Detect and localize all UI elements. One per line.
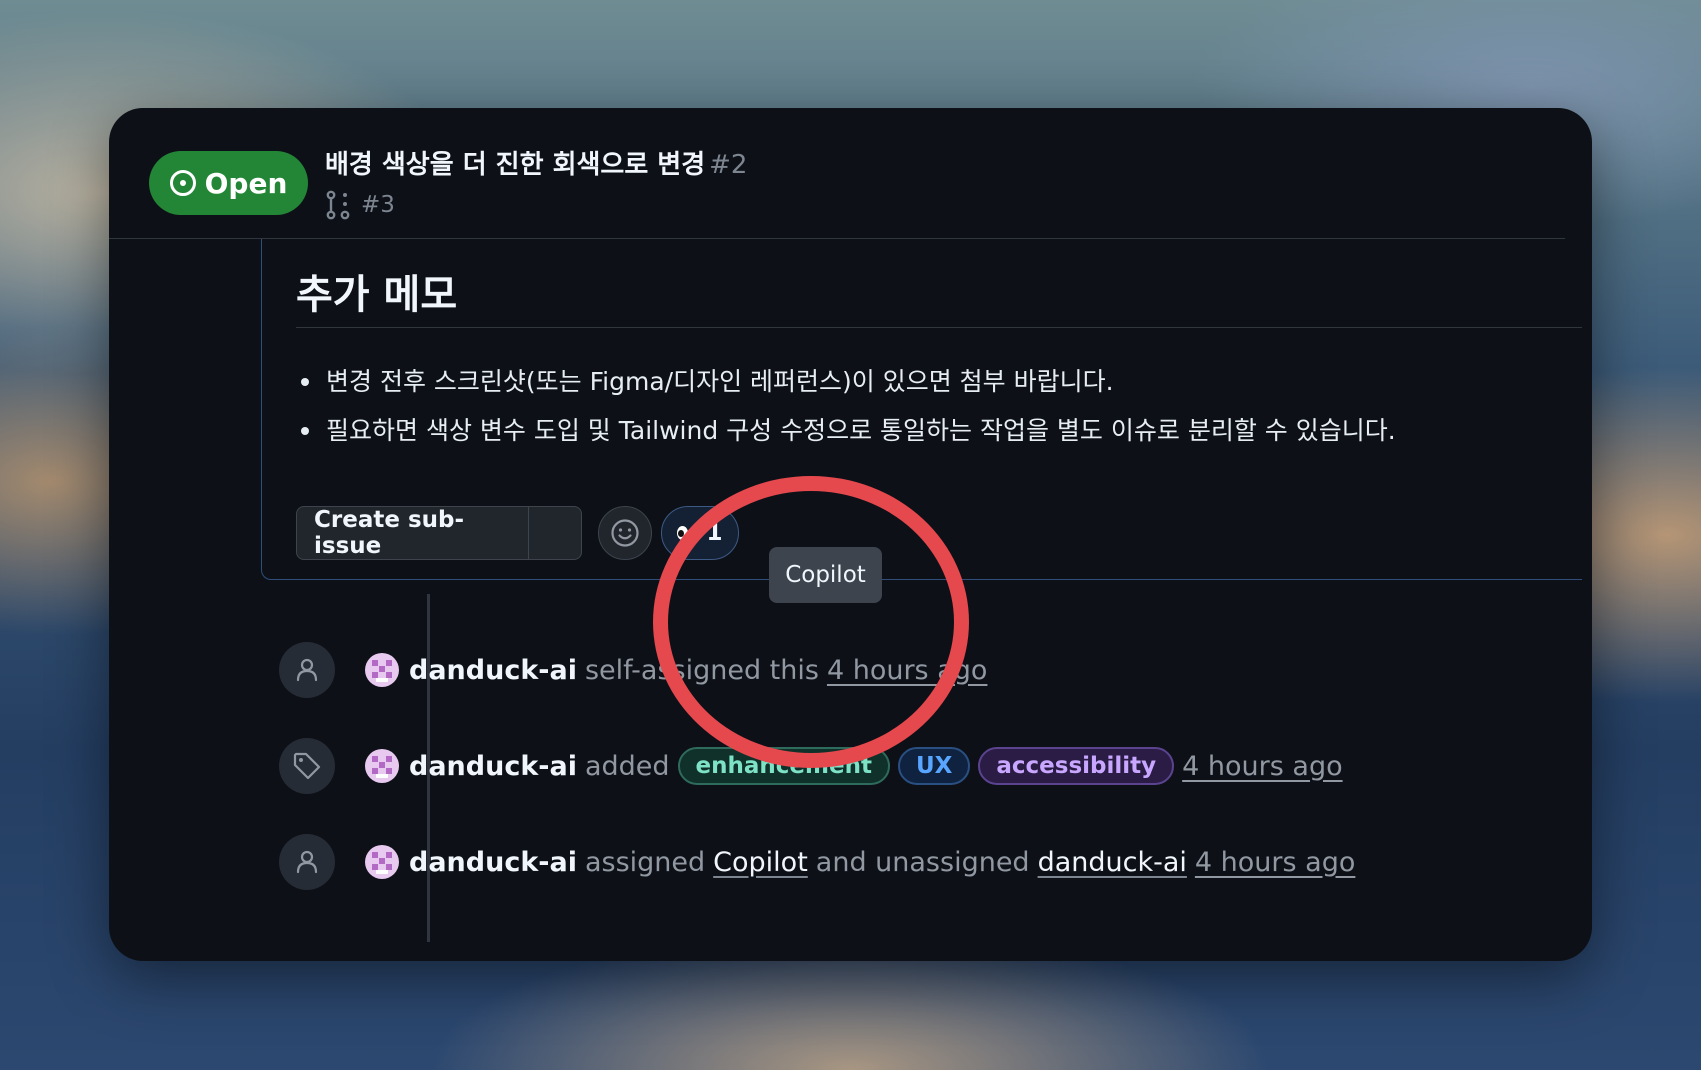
tag-icon — [279, 738, 335, 794]
issue-title: 배경 색상을 더 진한 회색으로 변경 #2 — [325, 144, 747, 181]
list-item: 필요하면 색상 변수 도입 및 Tailwind 구성 수정으로 통일하는 작업… — [301, 406, 1396, 455]
eyes-reaction-button[interactable]: 1 — [661, 506, 739, 560]
event-action: assigned — [584, 846, 706, 878]
assignee-link[interactable]: Copilot — [713, 847, 808, 878]
event-action: added — [584, 750, 670, 782]
actor-link[interactable]: danduck-ai — [409, 751, 577, 782]
issue-title-text: 배경 색상을 더 진한 회색으로 변경 — [325, 150, 706, 180]
avatar[interactable] — [365, 653, 399, 687]
list-item: 변경 전후 스크린샷(또는 Figma/디자인 레퍼런스)이 있으면 첨부 바랍… — [301, 357, 1396, 406]
create-sub-issue-button[interactable]: Create sub-issue — [297, 507, 528, 559]
person-icon — [279, 642, 335, 698]
status-badge-open: Open — [149, 151, 308, 215]
reaction-count: 1 — [706, 520, 723, 546]
comment-body: 추가 메모 변경 전후 스크린샷(또는 Figma/디자인 레퍼런스)이 있으면… — [261, 239, 1582, 580]
comment-heading: 추가 메모 — [296, 272, 458, 318]
event-timestamp[interactable]: 4 hours ago — [1195, 847, 1355, 878]
actor-link[interactable]: danduck-ai — [409, 847, 577, 878]
unassignee-link[interactable]: danduck-ai — [1038, 847, 1187, 878]
avatar[interactable] — [365, 749, 399, 783]
linked-pr-number: #3 — [361, 192, 395, 218]
issue-card: Open 배경 색상을 더 진한 회색으로 변경 #2 #3 추가 메모 변경 전… — [109, 108, 1592, 961]
event-timestamp[interactable]: 4 hours ago — [1182, 751, 1342, 782]
issue-opened-icon — [169, 170, 196, 196]
issue-header: Open 배경 색상을 더 진한 회색으로 변경 #2 #3 — [109, 108, 1565, 239]
comment-bullet-list: 변경 전후 스크린샷(또는 Figma/디자인 레퍼런스)이 있으면 첨부 바랍… — [296, 357, 1396, 455]
eyes-emoji-icon — [677, 526, 702, 540]
create-sub-issue-dropdown-button[interactable] — [528, 507, 581, 559]
git-pull-request-icon — [326, 190, 350, 220]
copilot-tooltip: Copilot — [769, 547, 882, 603]
event-timestamp[interactable]: 4 hours ago — [827, 655, 987, 686]
person-icon — [279, 834, 335, 890]
label-accessibility[interactable]: accessibility — [978, 747, 1175, 785]
event-action: self-assigned this — [584, 654, 819, 686]
label-ux[interactable]: UX — [897, 747, 971, 785]
linked-pull-request[interactable]: #3 — [325, 190, 395, 220]
event-action: and unassigned — [815, 846, 1030, 878]
add-reaction-button[interactable] — [598, 506, 652, 560]
label-enhancement[interactable]: enhancement — [677, 747, 890, 785]
actor-link[interactable]: danduck-ai — [409, 655, 577, 686]
create-sub-issue-group: Create sub-issue — [296, 506, 582, 560]
status-label: Open — [204, 166, 288, 200]
smiley-icon — [611, 519, 639, 547]
heading-divider — [296, 327, 1582, 328]
avatar[interactable] — [365, 845, 399, 879]
issue-number: #2 — [709, 150, 748, 180]
